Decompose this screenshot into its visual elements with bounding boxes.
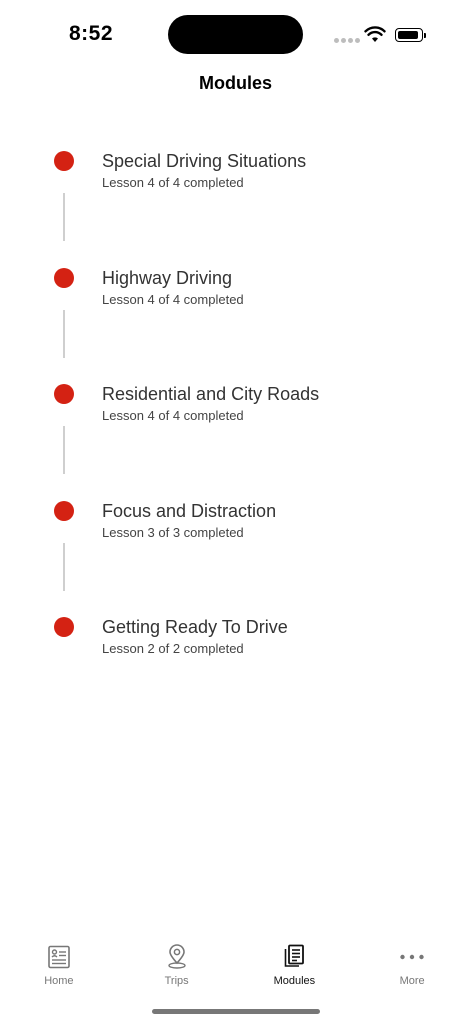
documents-icon — [285, 944, 305, 967]
module-title: Highway Driving — [102, 267, 233, 288]
tab-home[interactable]: Home — [0, 936, 118, 996]
module-progress: Lesson 4 of 4 completed — [102, 291, 244, 307]
module-progress: Lesson 4 of 4 completed — [102, 175, 244, 190]
module-title: Special Driving Situations — [102, 151, 307, 171]
module-progress: Lesson 3 of 3 completed — [102, 524, 244, 540]
dynamic-island — [168, 15, 303, 54]
page-title: Modules — [198, 73, 272, 93]
tab-modules[interactable]: Modules — [236, 936, 354, 996]
module-status-dot — [54, 151, 74, 171]
tab-more[interactable]: More — [353, 936, 471, 996]
timeline-connector — [63, 309, 65, 358]
timeline-connector — [63, 426, 65, 474]
tab-label: Trips — [164, 975, 189, 987]
module-progress: Lesson 4 of 4 completed — [102, 408, 244, 423]
module-title: Getting Ready To Drive — [102, 617, 288, 637]
module-title: Residential and City Roads — [102, 384, 320, 404]
module-item[interactable]: Focus and Distraction Lesson 3 of 3 comp… — [0, 498, 471, 615]
module-status-dot — [54, 500, 74, 521]
module-item[interactable]: Highway Driving Lesson 4 of 4 completed — [0, 265, 471, 382]
location-pin-icon — [167, 944, 186, 969]
wifi-icon — [364, 26, 386, 42]
module-progress: Lesson 2 of 2 completed — [102, 641, 244, 656]
module-status-dot — [54, 267, 74, 288]
timeline-connector — [63, 193, 65, 241]
tab-label: Modules — [273, 975, 316, 987]
timeline-connector — [63, 542, 65, 591]
home-icon — [48, 945, 70, 969]
module-title: Focus and Distraction — [102, 500, 277, 521]
cellular-signal-icon — [334, 38, 360, 43]
tab-bar: Home Trips Modules More — [0, 936, 471, 996]
module-item[interactable]: Residential and City Roads Lesson 4 of 4… — [0, 381, 471, 498]
module-status-dot — [54, 384, 74, 404]
home-indicator[interactable] — [152, 1009, 320, 1014]
module-status-dot — [54, 617, 74, 637]
more-dots-icon — [400, 954, 424, 960]
tab-label: Home — [44, 975, 74, 987]
modules-list: Special Driving Situations Lesson 4 of 4… — [0, 148, 471, 731]
tab-trips[interactable]: Trips — [118, 936, 236, 996]
status-bar: 8:52 — [0, 0, 471, 70]
module-item[interactable]: Getting Ready To Drive Lesson 2 of 2 com… — [0, 614, 471, 731]
tab-label: More — [399, 975, 425, 987]
module-item[interactable]: Special Driving Situations Lesson 4 of 4… — [0, 148, 471, 265]
status-time: 8:52 — [69, 22, 114, 45]
battery-icon — [395, 28, 426, 42]
